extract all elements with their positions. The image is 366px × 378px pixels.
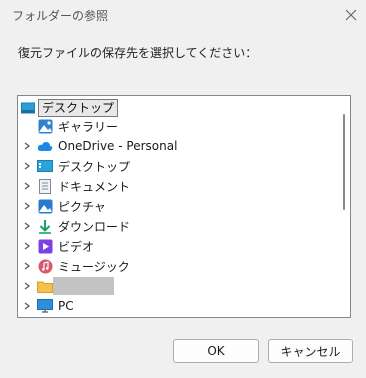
dialog-title: フォルダーの参照 [12,9,109,23]
chevron-right-icon[interactable] [19,156,35,176]
tree-item-downloads[interactable]: ダウンロード [18,216,130,236]
ok-button[interactable]: OK [173,339,259,363]
desktop-folder-icon [37,158,53,174]
redacted-label [53,277,114,295]
tree-item-label: ビデオ [58,239,95,254]
tree-item-label: ダウンロード [58,219,131,234]
scrollbar-thumb[interactable] [343,114,345,210]
pc-icon [37,298,53,314]
cancel-button[interactable]: キャンセル [268,339,353,363]
chevron-right-icon[interactable] [19,296,35,316]
onedrive-cloud-icon [37,138,53,154]
close-button[interactable] [341,5,361,25]
tree-item-onedrive[interactable]: OneDrive - Personal [18,136,177,156]
gallery-icon [37,118,53,134]
tree-item-pictures[interactable]: ピクチャ [18,196,106,216]
tree-item-user-folder[interactable] [18,276,114,296]
tree-item-label: PC [58,299,74,313]
tree-item-music[interactable]: ミュージック [18,256,130,276]
tree-item-pc[interactable]: PC [18,296,74,316]
chevron-right-icon[interactable] [19,136,35,156]
chevron-right-icon[interactable] [19,176,35,196]
close-icon [345,9,357,21]
tree-item-label: ミュージック [58,259,130,274]
tree-item-label: デスクトップ [58,159,131,174]
tree-item-label: ギャラリー [58,119,119,134]
tree-item-label: OneDrive - Personal [58,139,178,153]
tree-item-label: ドキュメント [58,179,131,194]
tree-item-documents[interactable]: ドキュメント [18,176,130,196]
pictures-icon [37,198,53,214]
music-icon [37,258,53,274]
chevron-right-icon[interactable] [19,236,35,256]
tree-item-label: ピクチャ [58,199,106,214]
tree-root-label: デスクトップ [38,99,119,117]
chevron-right-icon[interactable] [19,216,35,236]
dialog-prompt: 復元ファイルの保存先を選択してください： [18,46,258,60]
tree-item-videos[interactable]: ビデオ [18,236,94,256]
tree-root-desktop[interactable]: デスクトップ [18,99,119,117]
folder-icon [37,278,53,294]
tree-chevron-spacer [19,116,35,136]
desktop-icon [21,102,35,114]
folder-tree[interactable]: デスクトップ ギャラリー OneDrive - Personal デスクトップ … [17,95,351,318]
tree-item-desktop[interactable]: デスクトップ [18,156,130,176]
chevron-right-icon[interactable] [19,276,35,296]
documents-icon [37,178,53,194]
chevron-right-icon[interactable] [19,196,35,216]
tree-item-gallery[interactable]: ギャラリー [18,116,118,136]
chevron-right-icon[interactable] [19,256,35,276]
videos-icon [37,238,53,254]
downloads-icon [37,218,53,234]
